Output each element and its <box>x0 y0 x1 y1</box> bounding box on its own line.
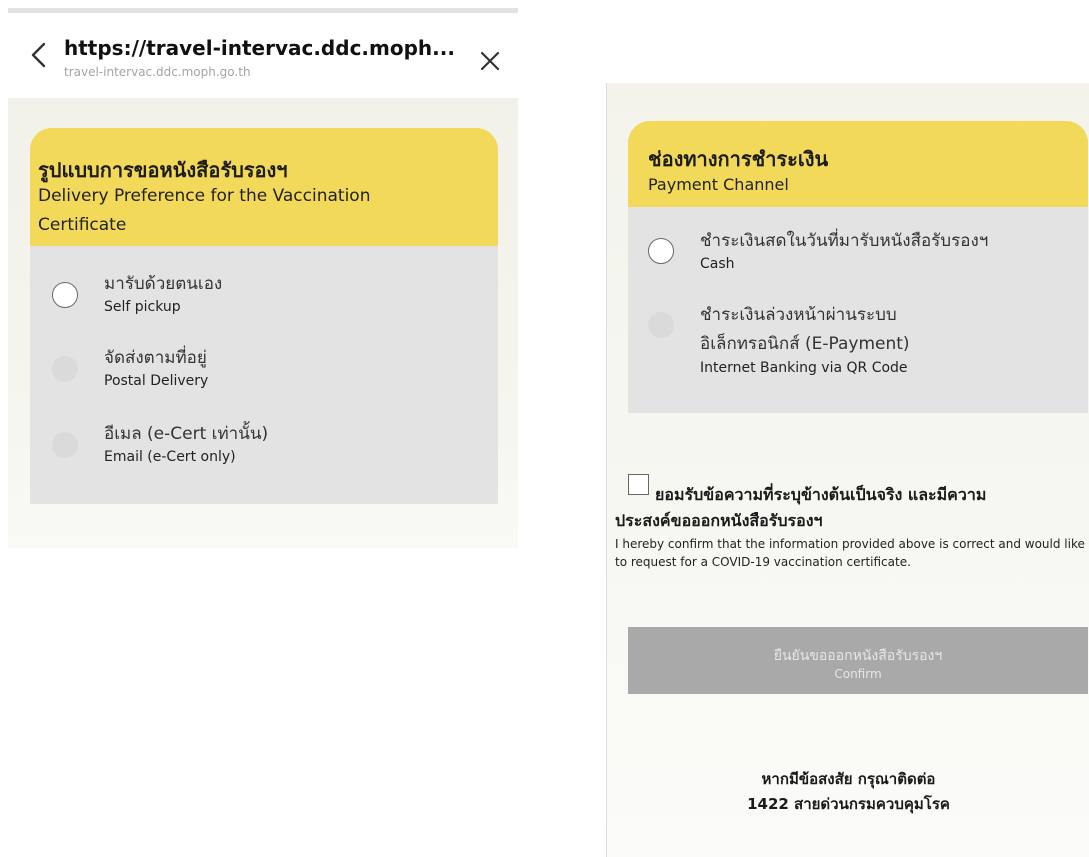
consent-checkbox[interactable] <box>628 474 649 495</box>
close-icon[interactable] <box>478 49 502 73</box>
option-label-en: Self pickup <box>104 299 181 315</box>
contact-hotline: 1422 สายด่วนกรมควบคุมโรค <box>747 795 950 813</box>
option-label-th: มารับด้วยตนเอง <box>104 274 223 294</box>
delivery-preference-card: รูปแบบการขอหนังสือรับรองฯ Delivery Prefe… <box>30 128 498 504</box>
delivery-option-postal[interactable]: จัดส่งตามที่อยู่ Postal Delivery <box>30 340 498 394</box>
payment-channel-card: ช่องทางการชำระเงิน Payment Channel ชำระเ… <box>628 121 1088 413</box>
payment-option-cash[interactable]: ชำระเงินสดในวันที่มารับหนังสือรับรองฯ Ca… <box>628 223 1088 283</box>
radio-self-pickup[interactable] <box>52 282 78 308</box>
payment-title-en: Payment Channel <box>648 175 789 194</box>
confirm-label-en: Confirm <box>834 667 882 681</box>
back-arrow-icon[interactable] <box>28 41 50 69</box>
contact-line-1: หากมีข้อสงสัย กรุณาติดต่อ <box>761 770 936 788</box>
radio-cash[interactable] <box>648 238 674 264</box>
consent-text-th-line1: ยอมรับข้อความที่ระบุข้างต้นเป็นจริง และม… <box>655 485 987 504</box>
radio-e-payment[interactable] <box>648 312 674 338</box>
option-label-th-line1: ชำระเงินล่วงหน้าผ่านระบบ <box>700 305 897 325</box>
option-label-th-line2: อิเล็กทรอนิกส์ (E-Payment) <box>700 334 910 354</box>
option-label-th: อีเมล (e-Cert เท่านั้น) <box>104 424 269 444</box>
confirm-label-th: ยืนยันขอออกหนังสือรับรองฯ <box>773 648 943 664</box>
url-domain: travel-intervac.ddc.moph.go.th <box>64 65 251 79</box>
option-label-th: จัดส่งตามที่อยู่ <box>104 348 207 368</box>
delivery-option-email[interactable]: อีเมล (e-Cert เท่านั้น) Email (e-Cert on… <box>30 416 498 470</box>
option-label-en: Postal Delivery <box>104 373 209 389</box>
option-label-en: Cash <box>700 256 735 272</box>
browser-address-bar: https://travel-intervac.ddc.moph... trav… <box>8 13 518 98</box>
consent-text-en: I hereby confirm that the information pr… <box>615 537 1085 569</box>
radio-postal[interactable] <box>52 356 78 382</box>
right-screenshot: ช่องทางการชำระเงิน Payment Channel ชำระเ… <box>606 83 1089 857</box>
consent-text-th-line2: ประสงค์ขอออกหนังสือรับรองฯ <box>615 511 823 530</box>
confirm-button[interactable]: ยืนยันขอออกหนังสือรับรองฯ Confirm <box>628 627 1088 694</box>
delivery-title-en-line2: Certificate <box>38 215 127 235</box>
option-label-en: Internet Banking via QR Code <box>700 360 908 376</box>
left-screenshot: https://travel-intervac.ddc.moph... trav… <box>8 8 518 548</box>
payment-option-e-payment[interactable]: ชำระเงินล่วงหน้าผ่านระบบ อิเล็กทรอนิกส์ … <box>628 297 1088 387</box>
delivery-card-header: รูปแบบการขอหนังสือรับรองฯ Delivery Prefe… <box>30 128 498 246</box>
option-label-th: ชำระเงินสดในวันที่มารับหนังสือรับรองฯ <box>700 231 989 251</box>
radio-email[interactable] <box>52 432 78 458</box>
delivery-option-self-pickup[interactable]: มารับด้วยตนเอง Self pickup <box>30 266 498 320</box>
option-label-en: Email (e-Cert only) <box>104 449 236 465</box>
payment-card-header: ช่องทางการชำระเงิน Payment Channel <box>628 121 1088 207</box>
url-title[interactable]: https://travel-intervac.ddc.moph... <box>64 36 455 60</box>
delivery-title-en-line1: Delivery Preference for the Vaccination <box>38 186 371 206</box>
